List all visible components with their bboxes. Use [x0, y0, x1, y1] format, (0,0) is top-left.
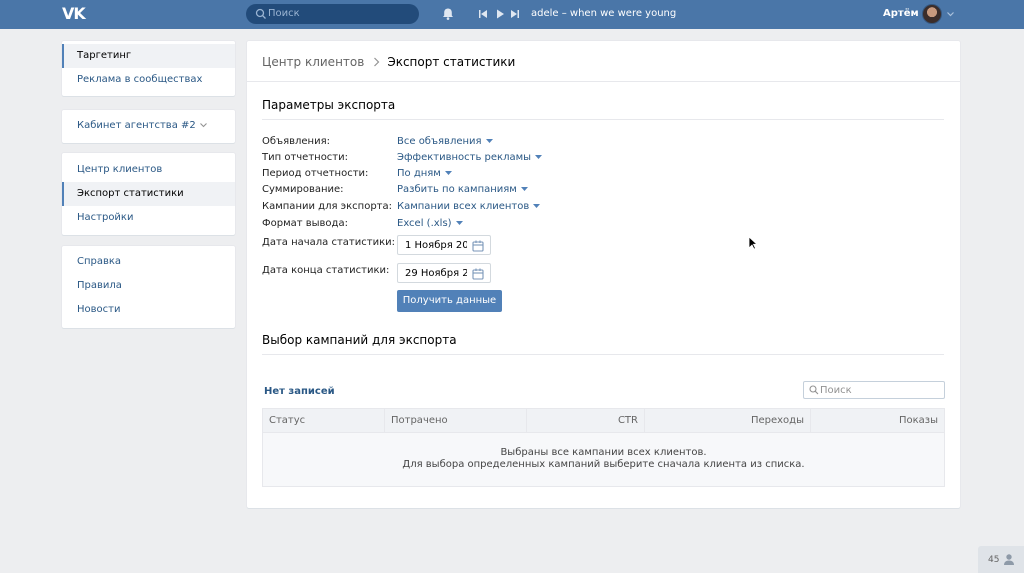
empty-message-line-2: Для выбора определенных кампаний выберит… [402, 459, 805, 470]
table-header: Статус Потрачено CTR Переходы Показы [263, 409, 944, 433]
end-date-value: 29 Ноября 2015 [405, 268, 467, 279]
cabinet-selector[interactable]: Кабинет агентства #2 [62, 114, 235, 138]
vk-logo[interactable]: VK [62, 5, 86, 23]
chevron-down-icon[interactable] [946, 10, 955, 18]
column-impressions[interactable]: Показы [811, 409, 944, 432]
column-clicks[interactable]: Переходы [645, 409, 811, 432]
column-spent[interactable]: Потрачено [385, 409, 527, 432]
player-controls[interactable] [478, 8, 524, 20]
campaigns-table: Статус Потрачено CTR Переходы Показы Выб… [262, 408, 945, 487]
chevron-down-icon [535, 154, 543, 159]
start-date-value: 1 Ноября 2015 [405, 240, 467, 251]
ads-dropdown-value: Все объявления [397, 136, 482, 147]
export-params-title: Параметры экспорта [262, 98, 396, 112]
sidebar-group-ads: Таргетинг Реклама в сообществах [62, 41, 235, 96]
breadcrumb-parent[interactable]: Центр клиентов [262, 55, 364, 69]
header-search[interactable]: Поиск [246, 4, 419, 24]
next-track-icon [511, 10, 519, 18]
output-format-dropdown[interactable]: Excel (.xls) [397, 218, 463, 230]
search-icon [809, 385, 819, 395]
export-campaigns-value: Кампании всех клиентов [397, 201, 530, 212]
empty-table-message: Выбраны все кампании всех клиентов. Для … [263, 447, 944, 471]
campaign-search-input[interactable]: Поиск [803, 381, 945, 399]
start-date-field[interactable]: 1 Ноября 2015 [397, 235, 491, 255]
breadcrumb: Центр клиентов Экспорт статистики [262, 55, 515, 69]
top-header: VK Поиск adele – when we were young Артё… [0, 0, 1024, 29]
sidebar-item-client-center[interactable]: Центр клиентов [62, 158, 235, 182]
report-type-value: Эффективность рекламы [397, 152, 532, 163]
report-period-label: Период отчетности: [262, 168, 369, 179]
breadcrumb-current: Экспорт статистики [387, 55, 516, 69]
chevron-down-icon [444, 170, 452, 175]
play-icon [497, 9, 504, 19]
previous-track-icon [479, 10, 487, 18]
empty-message-line-1: Выбраны все кампании всех клиентов. [500, 447, 707, 458]
get-data-button[interactable]: Получить данные [397, 290, 502, 312]
user-name[interactable]: Артём [883, 8, 919, 20]
online-friends-widget[interactable]: 45 [978, 546, 1024, 573]
chevron-down-icon [520, 186, 528, 191]
campaigns-title: Выбор кампаний для экспорта [262, 333, 457, 347]
calendar-icon[interactable] [472, 240, 484, 252]
ads-label: Объявления: [262, 136, 330, 147]
mouse-cursor-icon [748, 236, 758, 250]
campaign-search-placeholder: Поиск [820, 385, 852, 396]
sidebar-item-news[interactable]: Новости [62, 298, 235, 322]
output-format-label: Формат вывода: [262, 218, 348, 229]
output-format-value: Excel (.xls) [397, 218, 452, 229]
summing-dropdown[interactable]: Разбить по кампаниям [397, 184, 528, 196]
start-date-label: Дата начала статистики: [262, 237, 395, 248]
sidebar-item-targeting[interactable]: Таргетинг [62, 44, 235, 68]
chevron-down-icon [485, 138, 493, 143]
person-icon [1004, 554, 1014, 565]
header-search-placeholder: Поиск [268, 8, 300, 19]
end-date-field[interactable]: 29 Ноября 2015 [397, 263, 491, 283]
summing-label: Суммирование: [262, 184, 344, 195]
sidebar-group-help: Справка Правила Новости [62, 246, 235, 328]
ads-dropdown[interactable]: Все объявления [397, 136, 493, 148]
avatar[interactable] [922, 4, 942, 24]
column-ctr[interactable]: CTR [527, 409, 645, 432]
now-playing-track[interactable]: adele – when we were young [531, 8, 676, 20]
chevron-down-icon [199, 122, 207, 127]
divider [262, 354, 944, 355]
column-status[interactable]: Статус [263, 409, 385, 432]
chevron-right-icon [374, 57, 380, 67]
online-count: 45 [988, 555, 1000, 565]
divider [247, 81, 960, 82]
sidebar-group-cabinet: Кабинет агентства #2 [62, 110, 235, 143]
sidebar-item-help[interactable]: Справка [62, 250, 235, 274]
sidebar-item-export-stats[interactable]: Экспорт статистики [62, 182, 235, 206]
export-campaigns-dropdown[interactable]: Кампании всех клиентов [397, 201, 541, 213]
chevron-down-icon [533, 203, 541, 208]
sidebar-group-agency: Центр клиентов Экспорт статистики Настро… [62, 153, 235, 235]
search-icon [255, 8, 266, 19]
export-campaigns-label: Кампании для экспорта: [262, 201, 393, 212]
sidebar-item-community-ads[interactable]: Реклама в сообществах [62, 68, 235, 92]
report-type-label: Тип отчетности: [262, 152, 349, 163]
cabinet-selector-label: Кабинет агентства #2 [77, 120, 196, 131]
bell-icon[interactable] [441, 7, 455, 21]
report-period-dropdown[interactable]: По дням [397, 168, 452, 180]
summing-value: Разбить по кампаниям [397, 184, 517, 195]
sidebar-item-settings[interactable]: Настройки [62, 206, 235, 230]
main-panel: Центр клиентов Экспорт статистики Парамет… [247, 41, 960, 508]
divider [262, 119, 944, 120]
report-type-dropdown[interactable]: Эффективность рекламы [397, 152, 543, 164]
calendar-icon[interactable] [472, 268, 484, 280]
chevron-down-icon [455, 220, 463, 225]
sidebar-item-rules[interactable]: Правила [62, 274, 235, 298]
end-date-label: Дата конца статистики: [262, 265, 390, 276]
report-period-value: По дням [397, 168, 441, 179]
no-records-label: Нет записей [264, 386, 335, 397]
